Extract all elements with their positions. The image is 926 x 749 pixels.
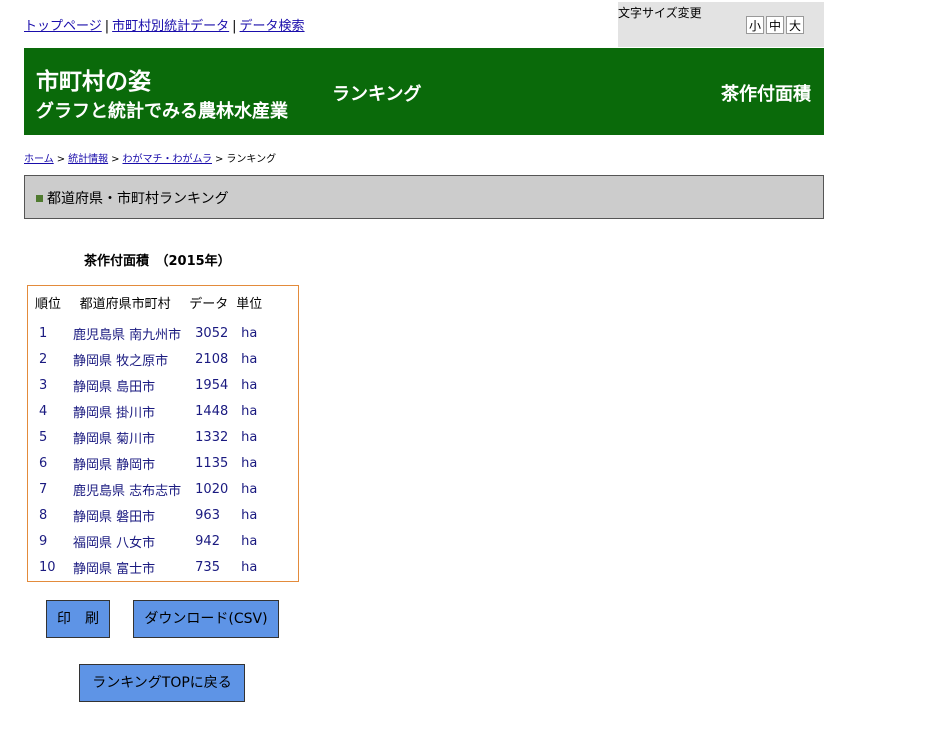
section-heading-bar: 都道府県・市町村ランキング bbox=[24, 175, 824, 219]
place-cell: 静岡県 牧之原市 bbox=[73, 353, 169, 369]
font-size-panel: 文字サイズ変更 小 中 大 bbox=[618, 2, 824, 47]
table-row: 3 静岡県 島田市 1954 ha bbox=[31, 372, 266, 398]
rank-cell: 8 bbox=[39, 507, 48, 523]
breadcrumb-separator: > bbox=[214, 154, 224, 165]
value-cell: 735 bbox=[195, 559, 220, 575]
nav-separator: | bbox=[232, 19, 237, 34]
breadcrumb: ホーム > 統計情報 > わがマチ・わがムラ > ランキング bbox=[24, 150, 276, 165]
page: トップページ | 市町村別統計データ | データ検索 文字サイズ変更 小 中 大 市町村… bbox=[0, 0, 926, 749]
column-header-place: 都道府県市町村 bbox=[79, 296, 171, 312]
value-cell: 963 bbox=[195, 507, 220, 523]
breadcrumb-wagamachi[interactable]: わがマチ・わがムラ bbox=[122, 154, 212, 165]
unit-cell: ha bbox=[241, 533, 258, 549]
breadcrumb-stats-info[interactable]: 統計情報 bbox=[68, 154, 108, 165]
column-header-data: データ bbox=[189, 296, 229, 312]
rank-cell: 9 bbox=[39, 533, 48, 549]
place-cell: 鹿児島県 志布志市 bbox=[73, 483, 182, 499]
unit-cell: ha bbox=[241, 351, 258, 367]
top-page-link[interactable]: トップページ bbox=[24, 19, 102, 34]
place-cell: 福岡県 八女市 bbox=[73, 535, 156, 551]
unit-cell: ha bbox=[241, 429, 258, 445]
column-header-unit: 単位 bbox=[236, 296, 263, 312]
place-cell: 静岡県 菊川市 bbox=[73, 431, 156, 447]
section-title: 都道府県・市町村ランキング bbox=[47, 191, 229, 207]
unit-cell: ha bbox=[241, 455, 258, 471]
rank-cell: 5 bbox=[39, 429, 48, 445]
place-cell: 静岡県 掛川市 bbox=[73, 405, 156, 421]
ranking-title: 茶作付面積 （2015年） bbox=[84, 254, 231, 269]
back-to-ranking-top-button[interactable]: ランキングTOPに戻る bbox=[79, 664, 245, 702]
download-csv-button[interactable]: ダウンロード(CSV) bbox=[133, 600, 279, 638]
table-row: 5 静岡県 菊川市 1332 ha bbox=[31, 424, 266, 450]
table-row: 2 静岡県 牧之原市 2108 ha bbox=[31, 346, 266, 372]
font-size-buttons: 小 中 大 bbox=[746, 16, 806, 34]
header-item-name: 茶作付面積 bbox=[721, 84, 811, 105]
table-row: 6 静岡県 静岡市 1135 ha bbox=[31, 450, 266, 476]
table-row: 8 静岡県 磐田市 963 ha bbox=[31, 502, 266, 528]
ranking-table-box: 順位 都道府県市町村 データ 単位 1 鹿児島県 南九州市 3052 ha 2 … bbox=[27, 285, 299, 582]
table-row: 7 鹿児島県 志布志市 1020 ha bbox=[31, 476, 266, 502]
place-cell: 鹿児島県 南九州市 bbox=[73, 327, 182, 343]
breadcrumb-separator: > bbox=[111, 154, 120, 165]
site-subtitle: グラフと統計でみる農林水産業 bbox=[36, 101, 288, 122]
value-cell: 942 bbox=[195, 533, 220, 549]
column-header-rank: 順位 bbox=[35, 296, 62, 312]
unit-cell: ha bbox=[241, 559, 258, 575]
site-header: 市町村の姿 グラフと統計でみる農林水産業 ランキング 茶作付面積 bbox=[24, 48, 824, 135]
value-cell: 1020 bbox=[195, 481, 229, 497]
data-search-link[interactable]: データ検索 bbox=[240, 19, 305, 34]
site-title: 市町村の姿 bbox=[36, 69, 151, 95]
value-cell: 1448 bbox=[195, 403, 229, 419]
value-cell: 1332 bbox=[195, 429, 229, 445]
header-section-name: ランキング bbox=[332, 84, 422, 105]
place-cell: 静岡県 磐田市 bbox=[73, 509, 156, 525]
ranking-table: 順位 都道府県市町村 データ 単位 1 鹿児島県 南九州市 3052 ha 2 … bbox=[31, 290, 266, 580]
municipal-data-link[interactable]: 市町村別統計データ bbox=[112, 19, 229, 34]
rank-cell: 10 bbox=[39, 559, 56, 575]
table-row: 9 福岡県 八女市 942 ha bbox=[31, 528, 266, 554]
unit-cell: ha bbox=[241, 377, 258, 393]
unit-cell: ha bbox=[241, 325, 258, 341]
font-size-label: 文字サイズ変更 bbox=[618, 6, 702, 20]
value-cell: 1135 bbox=[195, 455, 229, 471]
print-button[interactable]: 印 刷 bbox=[46, 600, 110, 638]
table-row: 10 静岡県 富士市 735 ha bbox=[31, 554, 266, 580]
breadcrumb-separator: > bbox=[56, 154, 66, 165]
breadcrumb-current: ランキング bbox=[226, 154, 277, 165]
unit-cell: ha bbox=[241, 403, 258, 419]
place-cell: 静岡県 富士市 bbox=[73, 561, 156, 577]
rank-cell: 7 bbox=[39, 481, 48, 497]
value-cell: 2108 bbox=[195, 351, 229, 367]
rank-cell: 3 bbox=[39, 377, 48, 393]
table-row: 4 静岡県 掛川市 1448 ha bbox=[31, 398, 266, 424]
rank-cell: 2 bbox=[39, 351, 48, 367]
nav-separator: | bbox=[104, 19, 110, 34]
rank-cell: 4 bbox=[39, 403, 48, 419]
font-size-small-button[interactable]: 小 bbox=[746, 16, 764, 34]
place-cell: 静岡県 静岡市 bbox=[73, 457, 156, 473]
rank-cell: 6 bbox=[39, 455, 48, 471]
table-header-row: 順位 都道府県市町村 データ 単位 bbox=[31, 290, 266, 314]
value-cell: 1954 bbox=[195, 377, 229, 393]
table-row: 1 鹿児島県 南九州市 3052 ha bbox=[31, 314, 266, 346]
unit-cell: ha bbox=[241, 481, 258, 497]
rank-cell: 1 bbox=[39, 325, 48, 341]
place-cell: 静岡県 島田市 bbox=[73, 379, 156, 395]
unit-cell: ha bbox=[241, 507, 258, 523]
font-size-large-button[interactable]: 大 bbox=[786, 16, 804, 34]
square-bullet-icon bbox=[36, 195, 43, 202]
value-cell: 3052 bbox=[195, 325, 229, 341]
top-nav: トップページ | 市町村別統計データ | データ検索 bbox=[24, 15, 305, 34]
breadcrumb-home[interactable]: ホーム bbox=[24, 154, 54, 165]
font-size-medium-button[interactable]: 中 bbox=[766, 16, 784, 34]
